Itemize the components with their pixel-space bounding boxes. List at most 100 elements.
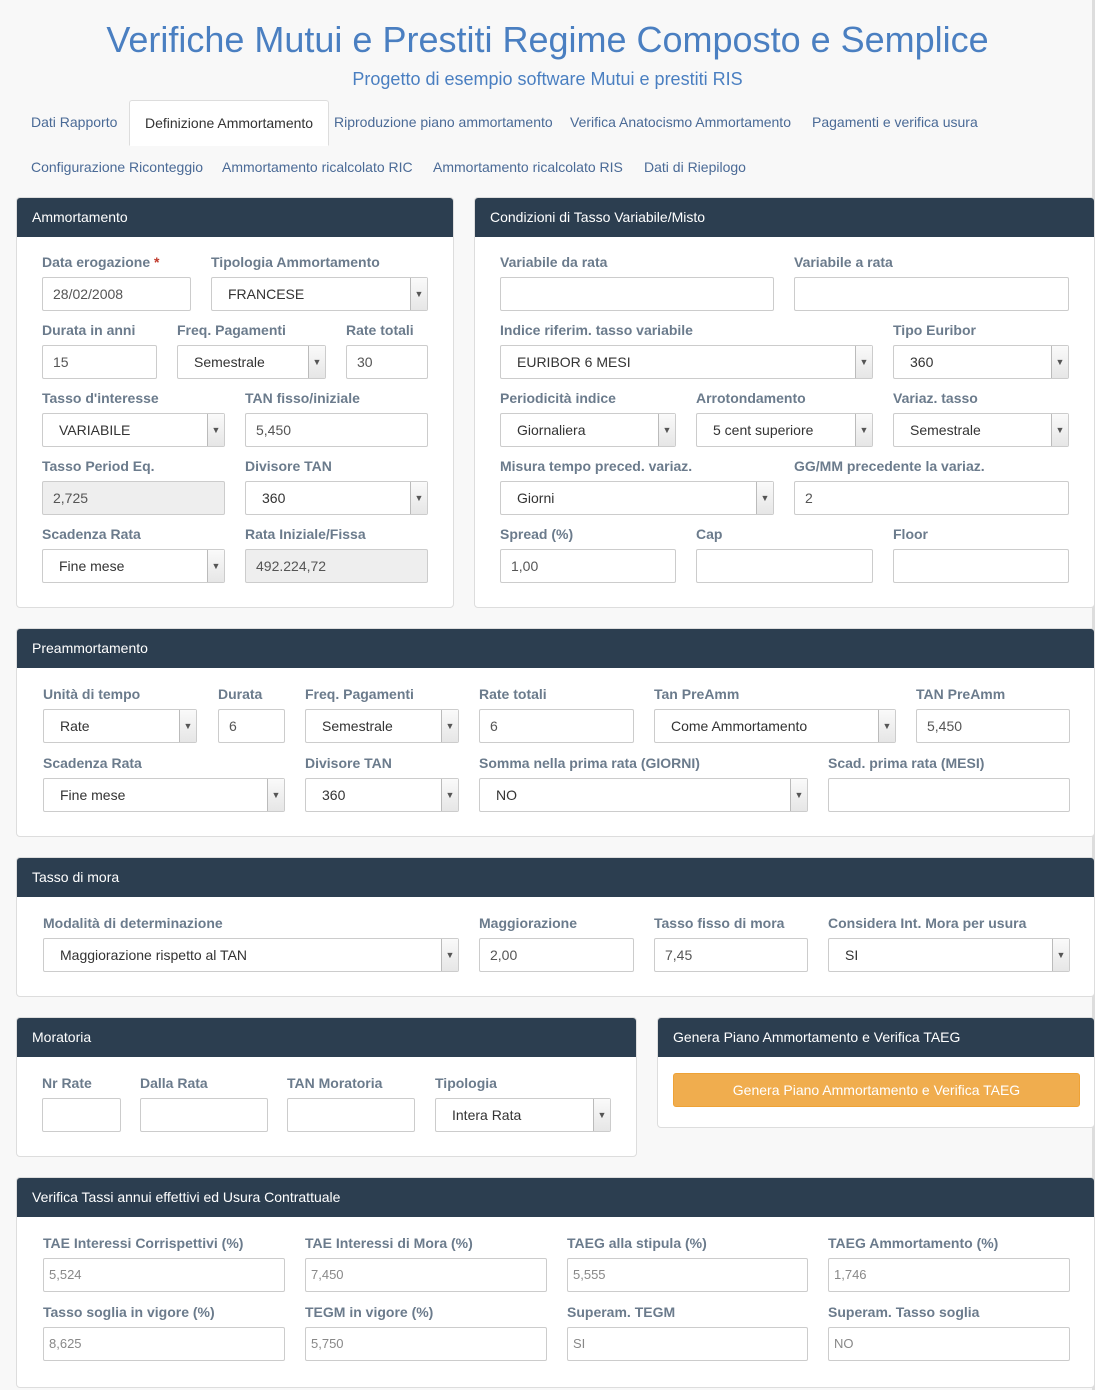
page-subtitle: Progetto di esempio software Mutui e pre… [352, 69, 743, 89]
variabile-da-rata-input[interactable] [500, 277, 774, 311]
chevron-down-icon: ▼ [410, 482, 427, 514]
rate-totali-input[interactable]: 30 [346, 345, 428, 379]
tasso-period-input: 2,725 [42, 481, 225, 515]
scadenza-rata-select[interactable]: Fine mese ▼ [42, 549, 225, 583]
somma-prima-rata-value: NO [496, 787, 517, 803]
verifica-tassi-panel-title: Verifica Tassi annui effettivi ed Usura … [17, 1178, 1094, 1217]
scad-prima-rata-input[interactable] [828, 778, 1070, 812]
scad-prima-rata-label: Scad. prima rata (MESI) [828, 755, 985, 771]
variabile-a-rata-label: Variabile a rata [794, 254, 893, 270]
tipologia-ammortamento-value: FRANCESE [228, 286, 305, 302]
considera-mora-select[interactable]: SI ▼ [828, 938, 1070, 972]
chevron-down-icon: ▼ [441, 779, 458, 811]
tab-ammortamento-ric[interactable]: Ammortamento ricalcolato RIC [207, 145, 428, 191]
dalla-rata-label: Dalla Rata [140, 1075, 208, 1091]
chevron-down-icon: ▼ [756, 482, 773, 514]
tipologia-ammortamento-label: Tipologia Ammortamento [211, 254, 380, 270]
tegm-field: 5,750 [305, 1327, 547, 1361]
tan-preamm-input[interactable]: 5,450 [916, 709, 1070, 743]
gg-mm-precedente-label: GG/MM precedente la variaz. [794, 458, 985, 474]
verifica-tassi-panel: Verifica Tassi annui effettivi ed Usura … [16, 1177, 1095, 1388]
tasso-variabile-panel: Condizioni di Tasso Variabile/Misto Vari… [474, 197, 1095, 608]
misura-tempo-label: Misura tempo preced. variaz. [500, 458, 693, 474]
misura-tempo-select[interactable]: Giorni ▼ [500, 481, 774, 515]
gg-mm-precedente-input[interactable]: 2 [794, 481, 1069, 515]
considera-mora-label: Considera Int. Mora per usura [828, 915, 1027, 931]
arrotondamento-label: Arrotondamento [696, 390, 806, 406]
tasso-interesse-select[interactable]: VARIABILE ▼ [42, 413, 225, 447]
tab-definizione-ammortamento[interactable]: Definizione Ammortamento [129, 100, 330, 146]
pre-freq-select[interactable]: Semestrale ▼ [305, 709, 459, 743]
pre-divisore-value: 360 [322, 787, 346, 803]
data-erogazione-input[interactable]: 28/02/2008 [42, 277, 191, 311]
divisore-tan-select[interactable]: 360 ▼ [245, 481, 428, 515]
floor-input[interactable] [893, 549, 1069, 583]
taeg-ammortamento-field: 1,746 [828, 1258, 1070, 1292]
cap-input[interactable] [696, 549, 873, 583]
tipo-euribor-value: 360 [910, 354, 934, 370]
maggiorazione-input[interactable]: 2,00 [479, 938, 634, 972]
tab-ammortamento-ris[interactable]: Ammortamento ricalcolato RIS [418, 145, 638, 191]
tipologia-ammortamento-select[interactable]: FRANCESE ▼ [211, 277, 428, 311]
periodicita-indice-select[interactable]: Giornaliera ▼ [500, 413, 676, 447]
pre-scadenza-select[interactable]: Fine mese ▼ [43, 778, 285, 812]
indice-riferimento-select[interactable]: EURIBOR 6 MESI ▼ [500, 345, 873, 379]
variabile-da-rata-label: Variabile da rata [500, 254, 608, 270]
tab-riproduzione-piano[interactable]: Riproduzione piano ammortamento [319, 100, 568, 146]
pre-divisore-select[interactable]: 360 ▼ [305, 778, 459, 812]
divisore-tan-label: Divisore TAN [245, 458, 332, 474]
nr-rate-input[interactable] [42, 1098, 121, 1132]
tan-preamm-mode-label: Tan PreAmm [654, 686, 740, 702]
chevron-down-icon: ▼ [790, 779, 807, 811]
tan-preamm-label: TAN PreAmm [916, 686, 1006, 702]
rata-iniziale-input: 492.224,72 [245, 549, 428, 583]
unita-tempo-value: Rate [60, 718, 90, 734]
freq-pagamenti-label: Freq. Pagamenti [177, 322, 286, 338]
taeg-ammortamento-label: TAEG Ammortamento (%) [828, 1235, 999, 1251]
tasso-interesse-label: Tasso d'interesse [42, 390, 159, 406]
tab-dati-riepilogo[interactable]: Dati di Riepilogo [629, 145, 761, 191]
pre-divisore-label: Divisore TAN [305, 755, 392, 771]
modalita-label: Modalità di determinazione [43, 915, 223, 931]
spread-input[interactable]: 1,00 [500, 549, 676, 583]
tab-configurazione-riconteggio[interactable]: Configurazione Riconteggio [16, 145, 218, 191]
tab-dati-rapporto[interactable]: Dati Rapporto [16, 100, 132, 146]
scadenza-rata-value: Fine mese [59, 558, 125, 574]
pre-scadenza-value: Fine mese [60, 787, 126, 803]
pre-rate-totali-label: Rate totali [479, 686, 547, 702]
chevron-down-icon: ▼ [658, 414, 675, 446]
moratoria-tipologia-select[interactable]: Intera Rata ▼ [435, 1098, 611, 1132]
tipo-euribor-select[interactable]: 360 ▼ [893, 345, 1069, 379]
tab-verifica-anatocismo[interactable]: Verifica Anatocismo Ammortamento [555, 100, 806, 146]
tan-fisso-input[interactable]: 5,450 [245, 413, 428, 447]
chevron-down-icon: ▼ [441, 710, 458, 742]
genera-panel-title: Genera Piano Ammortamento e Verifica TAE… [658, 1018, 1094, 1057]
variaz-tasso-label: Variaz. tasso [893, 390, 978, 406]
tan-moratoria-input[interactable] [287, 1098, 415, 1132]
unita-tempo-select[interactable]: Rate ▼ [43, 709, 197, 743]
taeg-stipula-field: 5,555 [567, 1258, 808, 1292]
tan-preamm-mode-select[interactable]: Come Ammortamento ▼ [654, 709, 896, 743]
pre-rate-totali-input[interactable]: 6 [479, 709, 634, 743]
tasso-fisso-mora-input[interactable]: 7,45 [654, 938, 808, 972]
modalita-select[interactable]: Maggiorazione rispetto al TAN ▼ [43, 938, 459, 972]
arrotondamento-select[interactable]: 5 cent superiore ▼ [696, 413, 873, 447]
superam-tegm-field: SI [567, 1327, 808, 1361]
chevron-down-icon: ▼ [1051, 346, 1068, 378]
genera-panel: Genera Piano Ammortamento e Verifica TAE… [657, 1017, 1095, 1128]
taeg-stipula-label: TAEG alla stipula (%) [567, 1235, 707, 1251]
pre-durata-input[interactable]: 6 [218, 709, 285, 743]
chevron-down-icon: ▼ [207, 550, 224, 582]
somma-prima-rata-select[interactable]: NO ▼ [479, 778, 808, 812]
durata-anni-input[interactable]: 15 [42, 345, 157, 379]
ammortamento-panel: Ammortamento Data erogazione * 28/02/200… [16, 197, 454, 608]
periodicita-indice-value: Giornaliera [517, 422, 586, 438]
variaz-tasso-select[interactable]: Semestrale ▼ [893, 413, 1069, 447]
variabile-a-rata-input[interactable] [794, 277, 1069, 311]
freq-pagamenti-select[interactable]: Semestrale ▼ [177, 345, 326, 379]
moratoria-panel: Moratoria Nr Rate Dalla Rata TAN Morator… [16, 1017, 637, 1157]
dalla-rata-input[interactable] [140, 1098, 268, 1132]
tab-pagamenti-usura[interactable]: Pagamenti e verifica usura [797, 100, 993, 146]
genera-piano-button[interactable]: Genera Piano Ammortamento e Verifica TAE… [673, 1073, 1080, 1107]
chevron-down-icon: ▼ [441, 939, 458, 971]
